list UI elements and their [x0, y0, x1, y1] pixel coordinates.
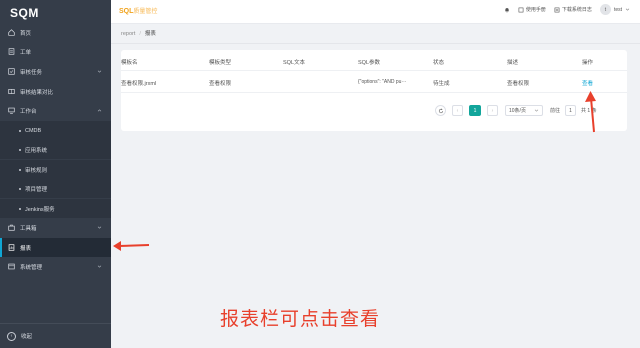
settings-icon	[8, 263, 15, 270]
sidebar-subitem-project-mgmt[interactable]: 项目管理	[0, 179, 111, 198]
annotation-text: 报表栏可点击查看	[220, 309, 381, 330]
bullet-icon	[19, 187, 21, 190]
sidebar-subitem-jenkins[interactable]: Jenkins服务	[0, 199, 111, 218]
cell-status: 待生成	[433, 81, 450, 87]
chevron-down-icon	[97, 70, 102, 73]
home-icon	[8, 29, 15, 36]
compare-icon	[8, 88, 15, 95]
sidebar-item-label: 工单	[20, 49, 32, 56]
username: test	[613, 6, 622, 13]
toolbox-icon	[8, 224, 15, 231]
manual-label: 使用手册	[525, 7, 546, 13]
header-actions: 使用手册 下载系统日志 t test	[504, 4, 630, 15]
bullet-icon	[19, 129, 21, 132]
goto-label: 前往	[550, 108, 561, 114]
next-page-button[interactable]: ›	[487, 105, 498, 116]
column-header-actions: 操作	[582, 60, 594, 66]
sidebar-item-label: CMDB	[25, 127, 42, 134]
column-header-sql-text: SQL文本	[283, 60, 306, 66]
column-header-sql-params: SQL参数	[358, 60, 381, 66]
sidebar-item-toolbox[interactable]: 工具箱	[0, 218, 111, 237]
bell-icon	[505, 7, 509, 12]
sidebar-item-label: 首页	[20, 30, 32, 37]
column-header-description: 描述	[507, 60, 519, 66]
goto-page-input[interactable]: 1	[565, 105, 577, 116]
breadcrumb-current: 报表	[144, 31, 156, 37]
cell-template-type: 查看权限	[209, 81, 232, 87]
sidebar-item-audit-compare[interactable]: 审核结果对比	[0, 82, 111, 101]
page-size-select[interactable]: 10条/页	[505, 105, 543, 116]
chevron-down-icon	[534, 109, 539, 112]
top-header: SQL质量管控 使用手册 下载系统日志 t test	[111, 0, 640, 24]
cell-template-name: 查看权限.jrxml	[121, 81, 157, 87]
annotation-arrow-up	[585, 91, 596, 133]
sidebar-item-audit-task[interactable]: 审核任务	[0, 62, 111, 81]
sidebar: SQM 首页 工单 审核任务 审核结果对比 工作台 CMDB 应用系统 审核规则…	[0, 0, 111, 348]
log-icon	[554, 7, 560, 12]
download-log-label: 下载系统日志	[561, 7, 592, 13]
refresh-icon	[438, 107, 443, 113]
collapse-label: 收起	[21, 334, 33, 340]
prev-page-button[interactable]: ‹	[452, 105, 463, 116]
bullet-icon	[19, 168, 21, 171]
sidebar-item-label: 审核规则	[25, 167, 48, 174]
sidebar-subitem-audit-rules[interactable]: 审核规则	[0, 160, 111, 179]
chevron-up-icon	[97, 109, 102, 112]
cell-description: 查看权限	[507, 81, 530, 87]
sidebar-item-label: 工具箱	[20, 225, 37, 232]
page-size-value: 10条/页	[509, 108, 526, 114]
view-link[interactable]: 查看	[582, 79, 593, 87]
workbench-icon	[8, 107, 15, 114]
sidebar-item-system-mgmt[interactable]: 系统管理	[0, 257, 111, 276]
column-header-status: 状态	[433, 60, 445, 66]
cell-sql-params: {"options": "AND pu···	[358, 79, 407, 85]
avatar: t	[599, 4, 611, 15]
sidebar-item-label: 审核任务	[20, 69, 43, 76]
pagination: ‹ 1 › 10条/页 前往 1 共 1 条	[435, 105, 597, 116]
sidebar-item-ticket[interactable]: 工单	[0, 42, 111, 61]
chevron-down-icon	[97, 226, 102, 229]
chevron-down-icon	[97, 265, 102, 268]
divider	[111, 43, 640, 44]
sidebar-item-workbench[interactable]: 工作台	[0, 101, 111, 120]
collapse-icon: ‹	[7, 331, 16, 341]
download-log-link[interactable]: 下载系统日志	[554, 6, 592, 13]
sidebar-item-report[interactable]: 报表	[0, 238, 111, 257]
report-table-card: 模板名 模板类型 SQL文本 SQL参数 状态 描述 操作 查看权限.jrxml…	[121, 50, 627, 131]
sidebar-item-label: 项目管理	[25, 186, 48, 193]
user-menu[interactable]: t test	[599, 4, 630, 15]
sidebar-item-label: 系统管理	[20, 264, 43, 271]
annotation-arrow-left	[113, 241, 150, 251]
bullet-icon	[19, 207, 21, 210]
breadcrumb-root[interactable]: report	[121, 31, 135, 37]
sidebar-item-label: Jenkins服务	[25, 206, 55, 213]
sidebar-item-label: 应用系统	[25, 147, 48, 154]
bullet-icon	[19, 148, 21, 151]
brand-title: SQL质量管控	[119, 8, 158, 15]
column-header-template-type: 模板类型	[209, 60, 232, 66]
book-icon	[518, 7, 524, 12]
breadcrumb: report / 报表	[121, 29, 156, 37]
column-header-template-name: 模板名	[121, 60, 138, 66]
sidebar-collapse[interactable]: ‹ 收起	[0, 323, 111, 348]
sidebar-item-label: 审核结果对比	[20, 89, 54, 96]
row-divider	[121, 92, 627, 93]
sidebar-item-label: 工作台	[20, 108, 37, 115]
report-icon	[8, 244, 15, 251]
sidebar-subitem-cmdb[interactable]: CMDB	[0, 121, 111, 140]
task-icon	[8, 68, 15, 75]
sidebar-item-home[interactable]: 首页	[0, 23, 111, 42]
ticket-icon	[8, 48, 15, 55]
manual-link[interactable]: 使用手册	[518, 6, 546, 13]
chevron-down-icon	[625, 8, 630, 11]
page-number-button[interactable]: 1	[469, 105, 481, 116]
sidebar-subitem-app-system[interactable]: 应用系统	[0, 140, 111, 159]
sidebar-item-label: 报表	[20, 245, 32, 252]
breadcrumb-separator: /	[139, 31, 141, 37]
refresh-button[interactable]	[435, 105, 446, 116]
header-divider	[121, 70, 627, 71]
notification-button[interactable]	[504, 7, 510, 13]
